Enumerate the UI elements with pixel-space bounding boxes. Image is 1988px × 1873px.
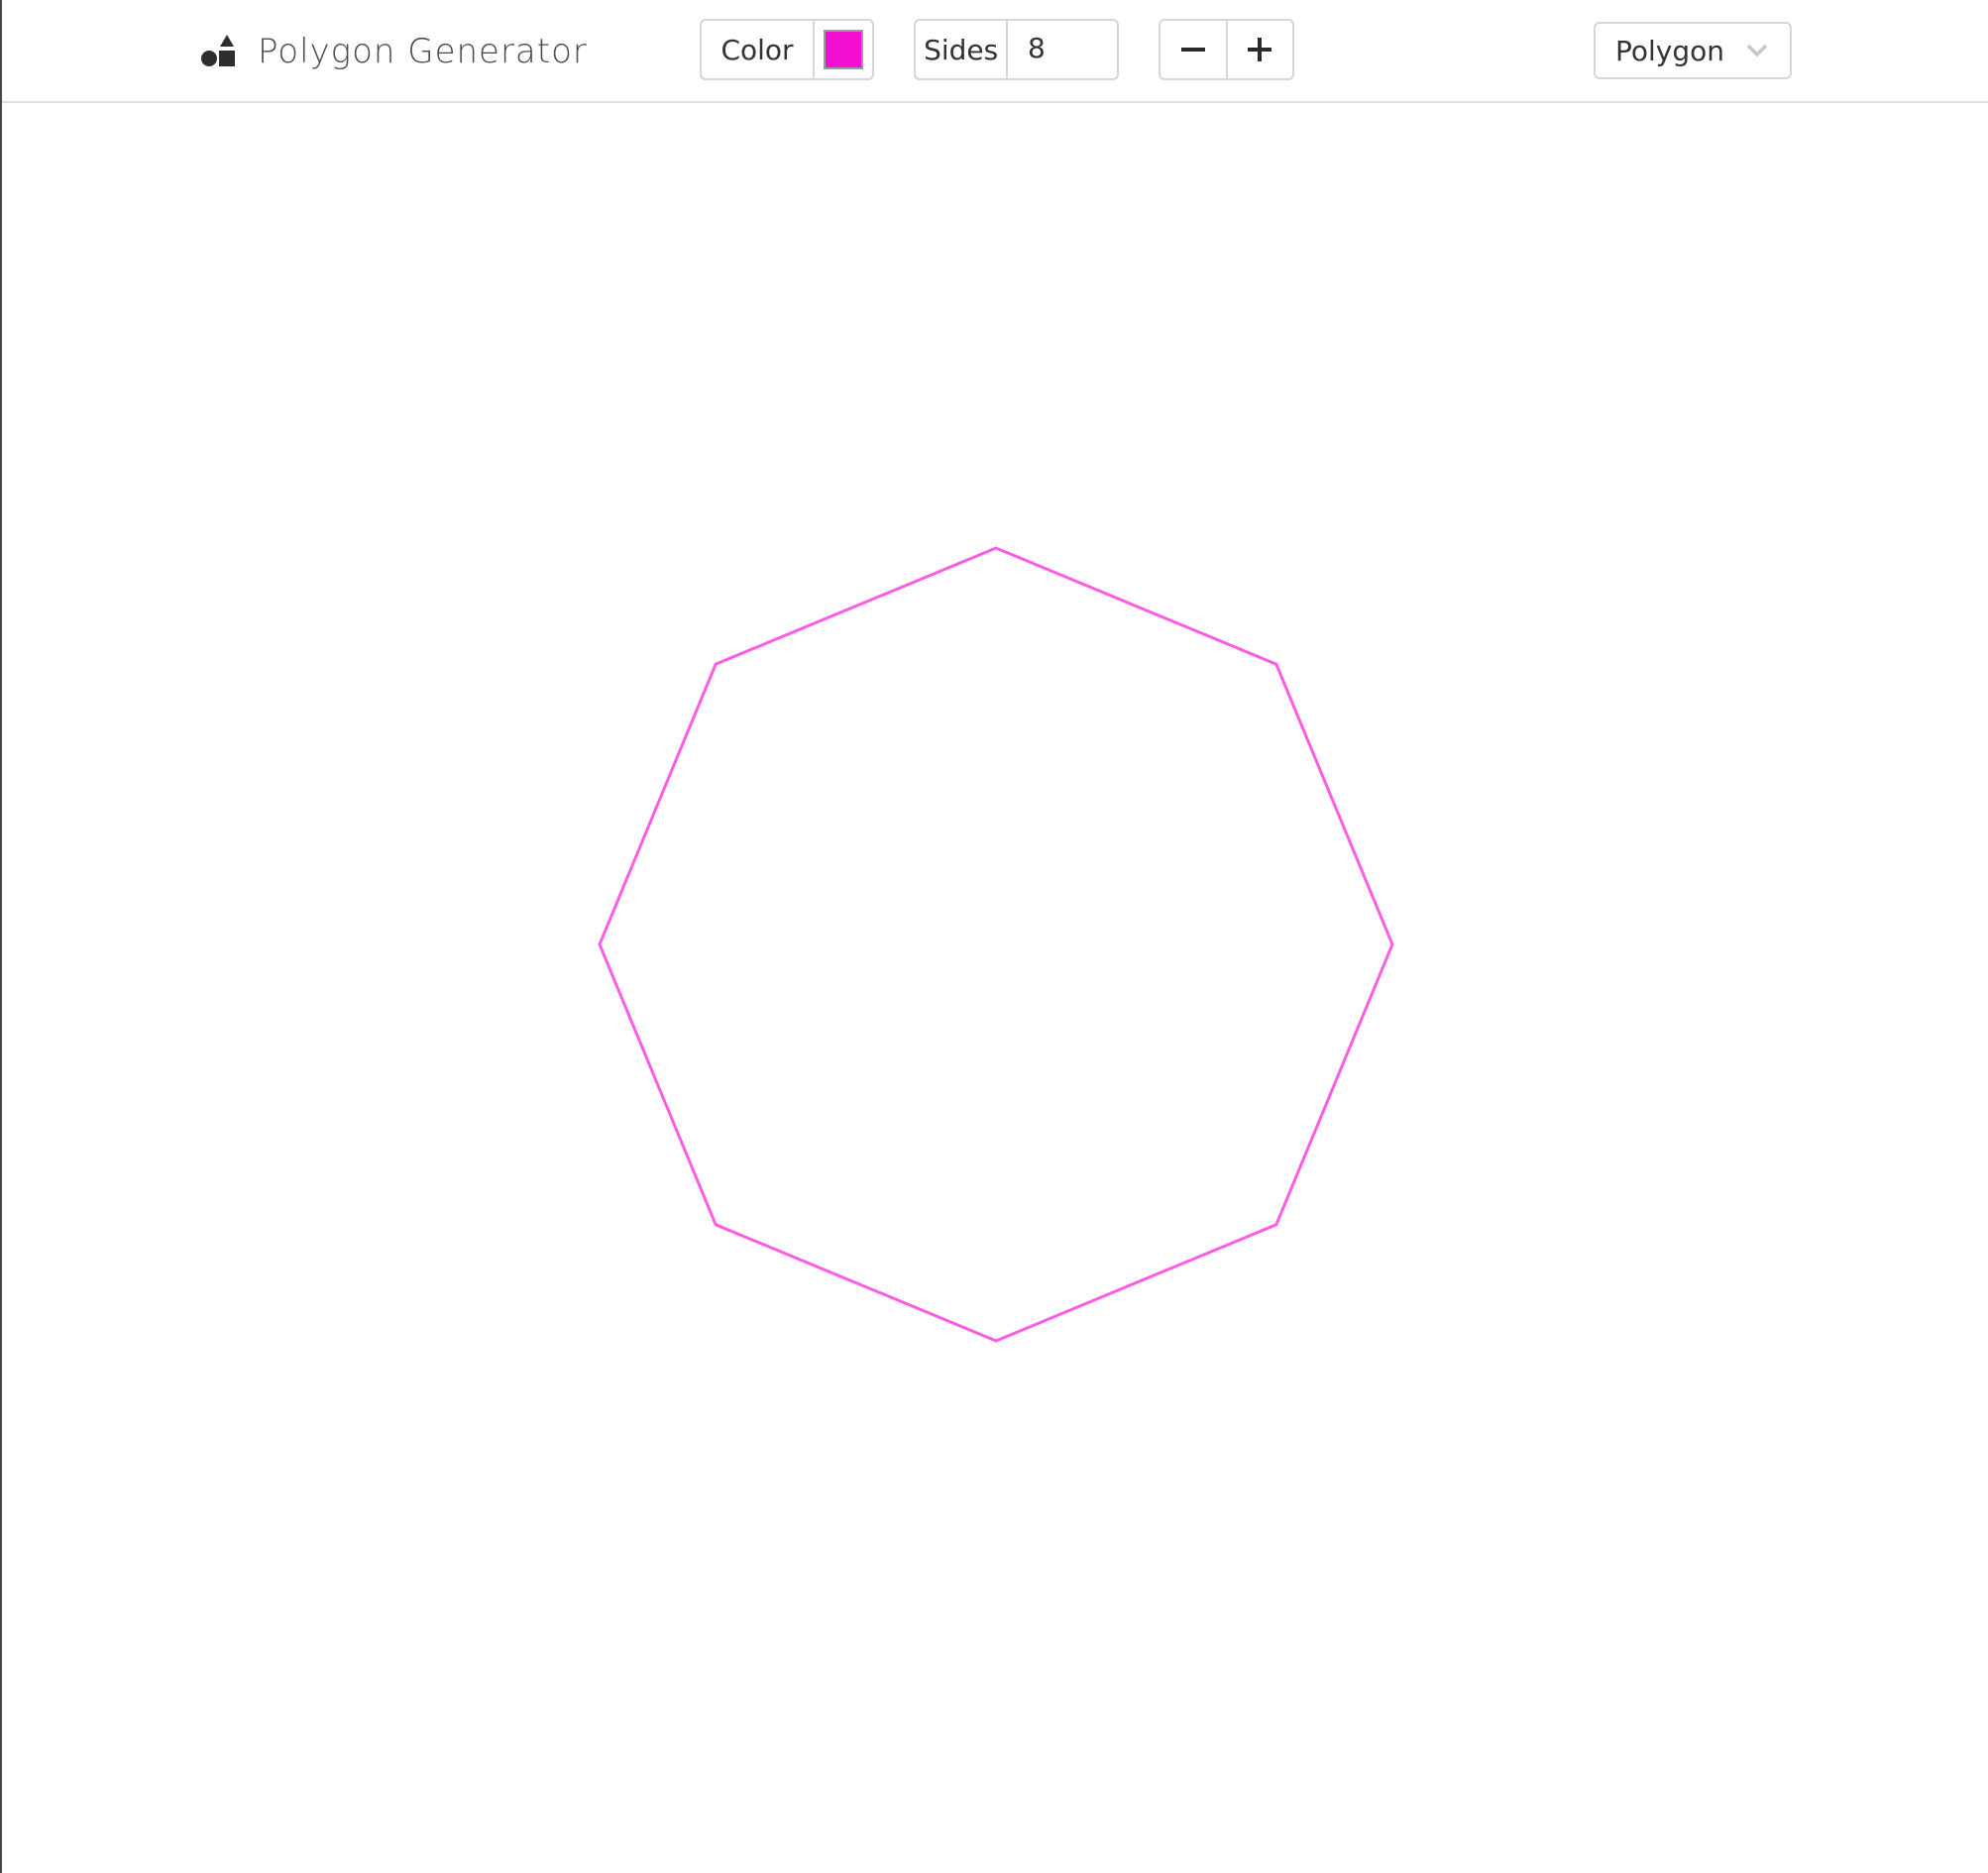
minus-icon [1180,48,1205,52]
shape-type-select[interactable]: Polygon [1594,22,1792,79]
shape-type-value: Polygon [1615,34,1725,67]
brand: Polygon Generator [200,30,588,73]
sides-label: Sides [924,33,999,66]
app-title: Polygon Generator [258,32,588,71]
app-window: Polygon Generator Color Sides 8 Polygon [0,0,1988,1873]
color-picker-button[interactable] [815,21,872,78]
top-toolbar: Polygon Generator Color Sides 8 Polygon [2,0,1988,103]
chevron-down-icon [1747,45,1767,56]
sides-input[interactable] [1008,21,1117,78]
increment-sides-button[interactable] [1228,21,1293,78]
color-swatch [824,30,863,69]
plus-icon [1248,38,1272,61]
drawing-canvas[interactable] [2,103,1988,1873]
generated-polygon [598,546,1394,1343]
color-control: Color [700,19,874,80]
sides-stepper [1159,19,1294,80]
canvas-svg [598,546,1394,1343]
shapes-icon [201,35,235,66]
decrement-sides-button[interactable] [1160,21,1226,78]
color-label: Color [720,33,794,66]
sides-control: Sides [914,19,1119,80]
